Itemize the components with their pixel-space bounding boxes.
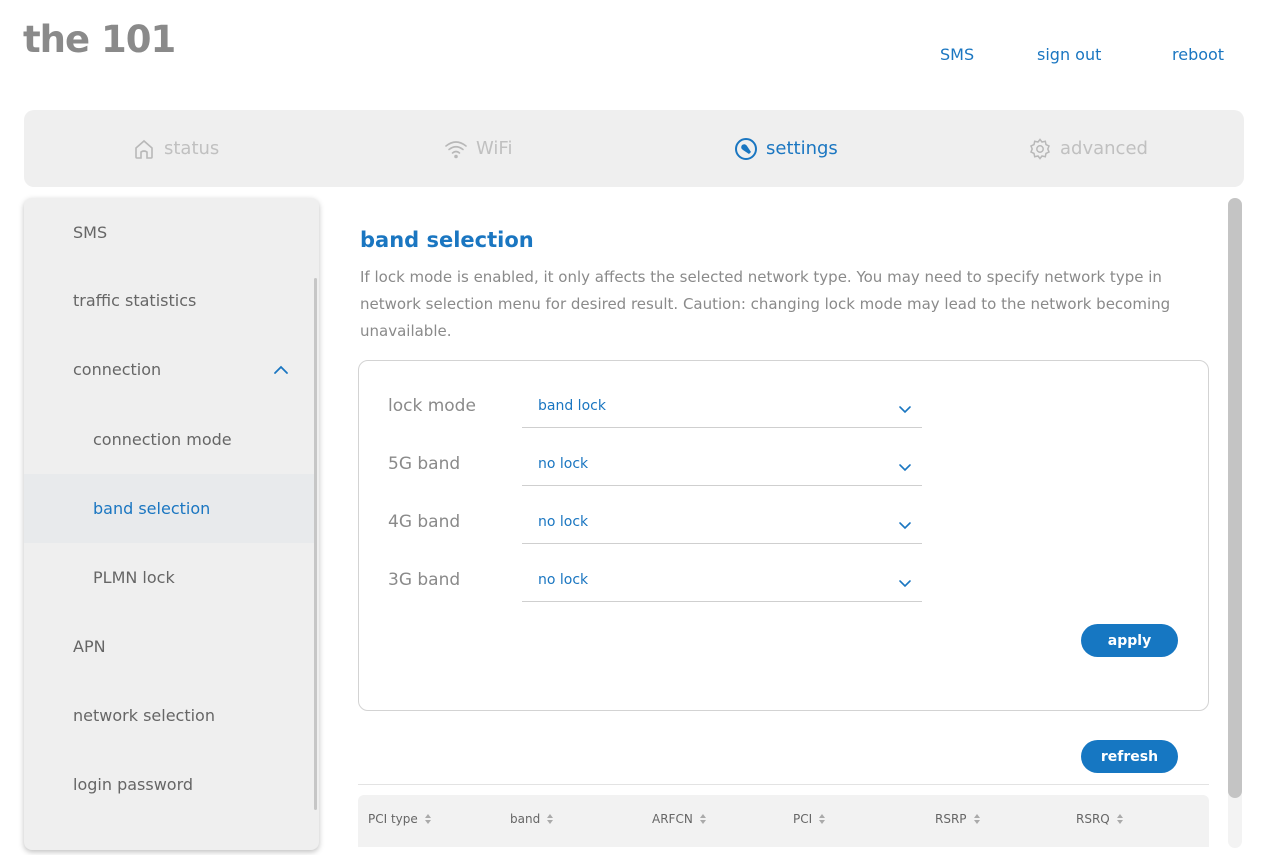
tab-settings[interactable]: settings	[734, 110, 838, 187]
home-icon	[135, 139, 153, 159]
column-header-label: PCI type	[368, 812, 418, 826]
lock-mode-label: lock mode	[388, 396, 476, 416]
chevron-down-icon	[899, 464, 911, 472]
sidebar-item-connection-mode[interactable]: connection mode	[24, 405, 314, 474]
sidebar-item-label: SMS	[73, 223, 108, 242]
sidebar-item-sms[interactable]: SMS	[24, 198, 314, 267]
sidebar-item-label: connection mode	[93, 430, 232, 449]
3g-band-label: 3G band	[388, 570, 461, 590]
main-content: band selection If lock mode is enabled, …	[360, 210, 1210, 345]
5g-band-value: no lock	[538, 456, 589, 472]
sidebar-item-plmn-lock[interactable]: PLMN lock	[24, 543, 314, 612]
4g-band-row: 4G band no lock	[388, 504, 922, 544]
5g-band-select[interactable]: no lock	[522, 446, 922, 486]
tab-status[interactable]: status	[132, 110, 219, 187]
page-description: If lock mode is enabled, it only affects…	[360, 268, 1171, 340]
sidebar-item-band-selection[interactable]: band selection	[24, 474, 314, 543]
refresh-button[interactable]: refresh	[1081, 740, 1178, 773]
chevron-down-icon	[899, 406, 911, 414]
sidebar-scrollbar[interactable]	[314, 278, 317, 810]
4g-band-select[interactable]: no lock	[522, 504, 922, 544]
sidebar-item-label: band selection	[93, 499, 211, 518]
sidebar-item-connection[interactable]: connection	[24, 335, 314, 404]
sidebar-item-traffic-statistics[interactable]: traffic statistics	[24, 266, 314, 335]
sort-icon	[547, 814, 554, 824]
column-header-pci[interactable]: PCI	[793, 812, 826, 826]
sidebar-item-label: connection	[73, 360, 162, 379]
chevron-down-icon	[899, 522, 911, 530]
sort-icon	[1116, 814, 1123, 824]
lock-mode-row: lock mode band lock	[388, 388, 922, 428]
tab-settings-label: settings	[766, 138, 838, 159]
column-header-label: RSRQ	[1076, 812, 1110, 826]
5g-band-row: 5G band no lock	[388, 446, 922, 486]
reboot-link[interactable]: reboot	[1172, 45, 1224, 64]
sidebar-item-apn[interactable]: APN	[24, 612, 314, 681]
wifi-icon	[445, 140, 467, 158]
3g-band-select[interactable]: no lock	[522, 562, 922, 602]
column-header-pci-type[interactable]: PCI type	[368, 812, 432, 826]
sort-icon	[973, 814, 980, 824]
4g-band-value: no lock	[538, 514, 589, 530]
lock-mode-value: band lock	[538, 398, 606, 414]
column-header-rsrp[interactable]: RSRP	[935, 812, 981, 826]
sort-icon	[424, 814, 431, 824]
column-header-label: band	[510, 812, 541, 826]
cell-table-header: PCI type band ARFCN PCI RSRP RSRQ	[358, 795, 1209, 847]
column-header-arfcn[interactable]: ARFCN	[652, 812, 707, 826]
sidebar-item-label: PLMN lock	[93, 568, 175, 587]
gear-icon	[1030, 137, 1050, 160]
chevron-down-icon	[899, 580, 911, 588]
sidebar-item-label: traffic statistics	[73, 291, 197, 310]
column-header-label: PCI	[793, 812, 813, 826]
sidebar-item-network-selection[interactable]: network selection	[24, 681, 314, 750]
tab-wifi-label: WiFi	[476, 138, 513, 159]
column-header-band[interactable]: band	[510, 812, 554, 826]
sort-icon	[819, 814, 826, 824]
section-divider	[358, 784, 1209, 785]
band-selection-card: lock mode band lock 5G band no lock 4G b…	[358, 360, 1209, 711]
tab-wifi[interactable]: WiFi	[444, 110, 512, 187]
sidebar-item-label: login password	[73, 775, 194, 794]
sign-out-link[interactable]: sign out	[1037, 45, 1101, 64]
sidebar: SMS traffic statistics connection connec…	[24, 198, 319, 850]
sms-link[interactable]: SMS	[940, 45, 974, 64]
column-header-label: ARFCN	[652, 812, 693, 826]
apply-button[interactable]: apply	[1081, 624, 1178, 657]
main-nav: status WiFi settings advanced	[24, 110, 1244, 187]
brand-logo: the 101	[23, 18, 176, 61]
page-scrollbar-thumb[interactable]	[1228, 198, 1242, 798]
tab-advanced[interactable]: advanced	[1028, 110, 1148, 187]
column-header-rsrq[interactable]: RSRQ	[1076, 812, 1124, 826]
sidebar-item-login-password[interactable]: login password	[24, 750, 314, 819]
sidebar-item-label: network selection	[73, 706, 215, 725]
tab-advanced-label: advanced	[1060, 138, 1148, 159]
4g-band-label: 4G band	[388, 512, 461, 532]
sort-icon	[699, 814, 706, 824]
3g-band-row: 3G band no lock	[388, 562, 922, 602]
lock-mode-select[interactable]: band lock	[522, 388, 922, 428]
5g-band-label: 5G band	[388, 454, 461, 474]
column-header-label: RSRP	[935, 812, 967, 826]
tab-status-label: status	[164, 138, 220, 159]
settings-wrench-icon	[735, 137, 757, 160]
page-title: band selection	[360, 228, 534, 252]
3g-band-value: no lock	[538, 572, 589, 588]
chevron-up-icon	[274, 365, 288, 374]
sidebar-item-label: APN	[73, 637, 106, 656]
